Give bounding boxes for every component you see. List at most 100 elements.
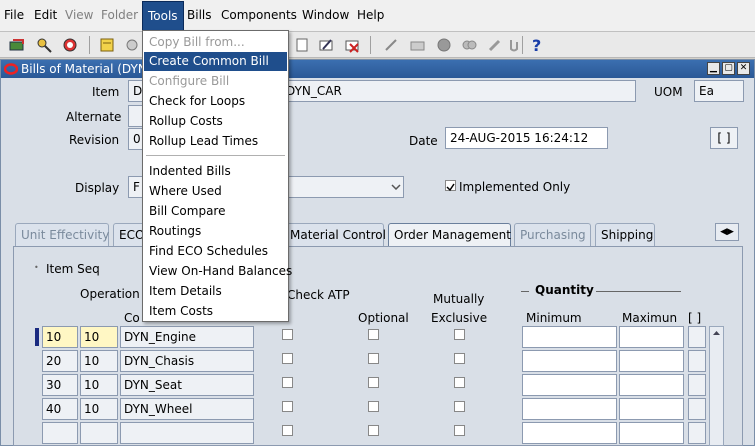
menu-item-copy-bill-from[interactable]: Copy Bill from...	[144, 33, 287, 52]
save-icon[interactable]	[99, 37, 116, 53]
menu-item-item-costs[interactable]: Item Costs	[144, 302, 287, 321]
minimum-qty-cell[interactable]	[522, 422, 617, 444]
component-cell[interactable]: DYN_Chasis	[120, 350, 254, 372]
menu-edit[interactable]: Edit	[34, 8, 57, 22]
edit-field-icon[interactable]	[318, 37, 335, 53]
menu-item-view-on-hand-balances[interactable]: View On-Hand Balances	[144, 262, 292, 281]
menu-item-item-details[interactable]: Item Details	[144, 282, 287, 301]
check-atp-checkbox[interactable]	[282, 377, 293, 388]
menu-item-configure-bill[interactable]: Configure Bill	[144, 72, 287, 91]
menu-help[interactable]: Help	[357, 8, 384, 22]
menu-file[interactable]: File	[4, 8, 24, 22]
uom-field[interactable]: Ea	[694, 80, 744, 102]
scroll-up-icon[interactable]	[710, 328, 723, 338]
menu-view[interactable]: View	[65, 8, 93, 22]
attachments-icon[interactable]	[294, 37, 311, 53]
menu-item-rollup-lead-times[interactable]: Rollup Lead Times	[144, 132, 287, 151]
maximum-qty-cell[interactable]	[619, 374, 684, 396]
date-field[interactable]: 24-AUG-2015 16:24:12	[445, 127, 608, 149]
implemented-only-checkbox[interactable]	[445, 180, 456, 192]
menu-item-indented-bills[interactable]: Indented Bills	[144, 162, 287, 181]
translation-icon[interactable]	[383, 37, 400, 53]
descriptive-flexfield[interactable]: [ ]	[710, 127, 738, 149]
tab-shipping[interactable]: Shipping	[595, 223, 655, 246]
item-seq-cell[interactable]: 30	[42, 374, 78, 396]
new-record-icon[interactable]	[9, 37, 26, 53]
row-flexfield-cell[interactable]	[688, 326, 706, 348]
row-flexfield-cell[interactable]	[688, 374, 706, 396]
row-flexfield-cell[interactable]	[688, 398, 706, 420]
item-seq-cell[interactable]: 40	[42, 398, 78, 420]
chevron-down-icon[interactable]	[391, 184, 401, 190]
tab-order-management[interactable]: Order Management	[388, 223, 511, 246]
optional-checkbox[interactable]	[368, 329, 379, 340]
navigator-icon[interactable]	[62, 37, 79, 53]
mutually-exclusive-checkbox[interactable]	[454, 425, 465, 436]
minimum-qty-cell[interactable]	[522, 374, 617, 396]
item-seq-cell[interactable]: 20	[42, 350, 78, 372]
mutually-exclusive-checkbox[interactable]	[454, 329, 465, 340]
optional-checkbox[interactable]	[368, 425, 379, 436]
op-seq-cell[interactable]: 10	[80, 326, 118, 348]
maximum-qty-cell[interactable]	[619, 326, 684, 348]
component-cell[interactable]: DYN_Engine	[120, 326, 254, 348]
check-atp-checkbox[interactable]	[282, 329, 293, 340]
zoom-icon[interactable]	[436, 37, 453, 53]
op-seq-cell[interactable]	[80, 422, 118, 444]
delete-record-icon[interactable]	[344, 37, 361, 53]
mutually-exclusive-checkbox[interactable]	[454, 377, 465, 388]
tab-purchasing[interactable]: Purchasing	[514, 223, 591, 246]
minimum-qty-cell[interactable]	[522, 326, 617, 348]
menu-tools[interactable]: Tools	[142, 1, 184, 32]
menu-item-bill-compare[interactable]: Bill Compare	[144, 202, 287, 221]
tab-unit-effectivity[interactable]: Unit Effectivity	[15, 223, 109, 246]
grid-vertical-scrollbar[interactable]	[709, 326, 724, 446]
folder-tools-icon[interactable]	[409, 37, 426, 53]
item-seq-cell[interactable]	[42, 422, 78, 444]
row-flexfield-cell[interactable]	[688, 422, 706, 444]
workflow-icon[interactable]	[461, 37, 478, 53]
attachment-clip-icon[interactable]	[506, 37, 523, 53]
tab-scroll-arrows-icon[interactable]: ◀▶	[715, 223, 739, 241]
optional-checkbox[interactable]	[368, 401, 379, 412]
menu-item-check-for-loops[interactable]: Check for Loops	[144, 92, 287, 111]
menu-bills[interactable]: Bills	[187, 8, 212, 22]
menu-item-rollup-costs[interactable]: Rollup Costs	[144, 112, 287, 131]
close-icon[interactable]: ✕	[737, 62, 750, 75]
menu-item-where-used[interactable]: Where Used	[144, 182, 287, 201]
op-seq-cell[interactable]: 10	[80, 374, 118, 396]
component-cell[interactable]: DYN_Seat	[120, 374, 254, 396]
mutually-exclusive-checkbox[interactable]	[454, 401, 465, 412]
component-cell[interactable]: DYN_Wheel	[120, 398, 254, 420]
help-icon[interactable]: ?	[528, 37, 545, 53]
optional-checkbox[interactable]	[368, 353, 379, 364]
check-atp-checkbox[interactable]	[282, 425, 293, 436]
menu-item-create-common-bill[interactable]: Create Common Bill	[144, 52, 287, 71]
tools-icon[interactable]	[487, 37, 504, 53]
optional-checkbox[interactable]	[368, 377, 379, 388]
maximum-qty-cell[interactable]	[619, 350, 684, 372]
clear-icon[interactable]	[124, 37, 141, 53]
mutually-exclusive-checkbox[interactable]	[454, 353, 465, 364]
op-seq-cell[interactable]: 10	[80, 350, 118, 372]
component-cell[interactable]	[120, 422, 254, 444]
find-icon[interactable]	[36, 37, 53, 53]
minimum-qty-cell[interactable]	[522, 398, 617, 420]
menu-components[interactable]: Components	[221, 8, 297, 22]
minimize-icon[interactable]: ▁	[707, 62, 720, 75]
menu-item-routings[interactable]: Routings	[144, 222, 287, 241]
minimum-qty-cell[interactable]	[522, 350, 617, 372]
check-atp-checkbox[interactable]	[282, 353, 293, 364]
check-atp-checkbox[interactable]	[282, 401, 293, 412]
menu-window[interactable]: Window	[302, 8, 349, 22]
item-description-field[interactable]: DYN_CAR	[281, 80, 636, 102]
op-seq-cell[interactable]: 10	[80, 398, 118, 420]
maximum-qty-cell[interactable]	[619, 398, 684, 420]
window-titlebar[interactable]: Bills of Material (DYN) ▁ ▢ ✕	[1, 60, 754, 78]
tab-material-control[interactable]: Material Control	[284, 223, 386, 246]
maximize-icon[interactable]: ▢	[722, 62, 735, 75]
menu-item-find-eco-schedules[interactable]: Find ECO Schedules	[144, 242, 287, 261]
menu-folder[interactable]: Folder	[101, 8, 138, 22]
item-seq-cell[interactable]: 10	[42, 326, 78, 348]
maximum-qty-cell[interactable]	[619, 422, 684, 444]
